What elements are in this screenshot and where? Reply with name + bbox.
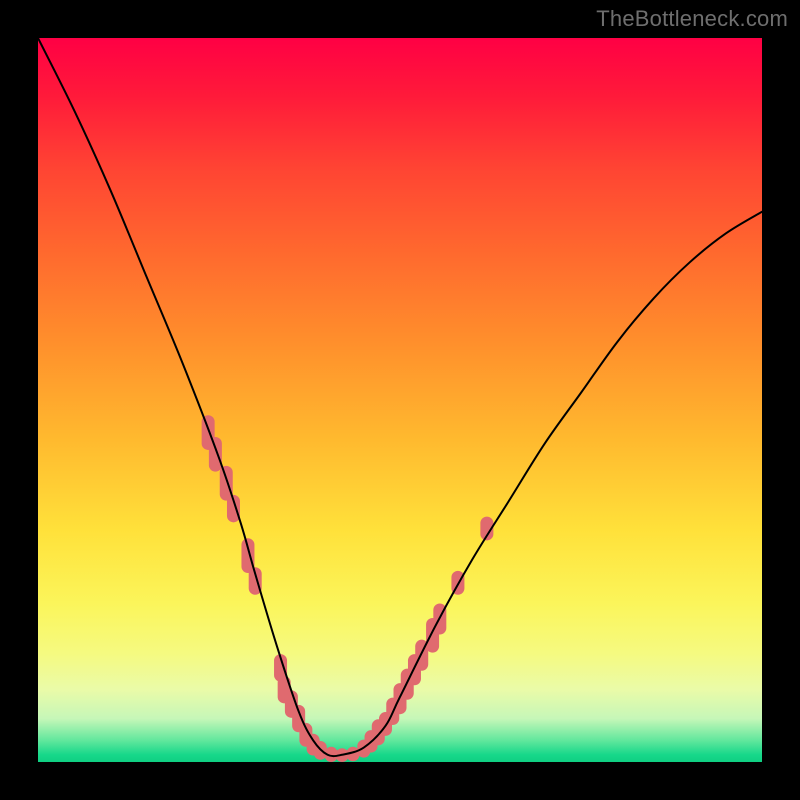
marker-layer [208,422,487,756]
curve-layer [38,38,762,762]
chart-stage: TheBottleneck.com [0,0,800,800]
watermark-label: TheBottleneck.com [596,6,788,32]
plot-area [38,38,762,762]
bottleneck-curve [38,38,762,756]
